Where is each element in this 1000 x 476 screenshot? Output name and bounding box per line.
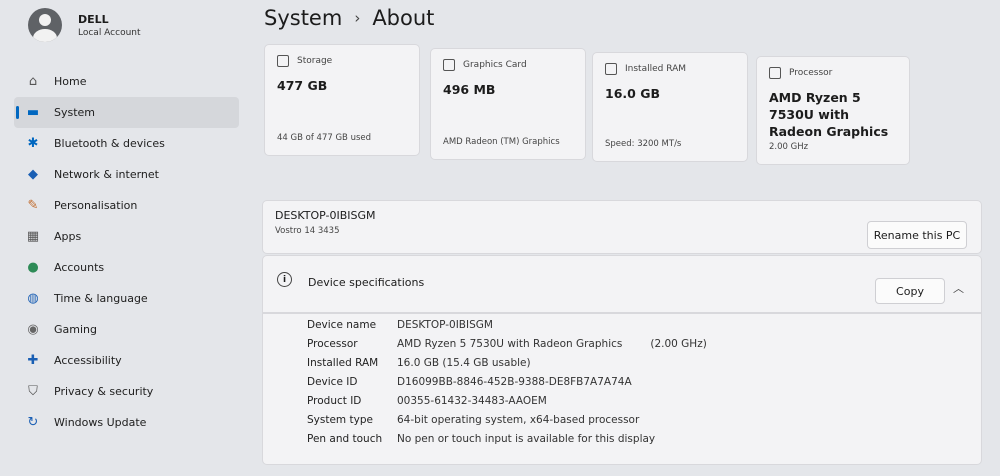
sidebar-item-system[interactable]: ▬ System	[14, 97, 239, 128]
card-value: 16.0 GB	[605, 86, 660, 101]
shield-icon: ⛉	[28, 384, 38, 399]
spec-value: No pen or touch input is available for t…	[397, 433, 656, 445]
ram-icon	[605, 63, 617, 75]
user-name: DELL	[78, 12, 109, 26]
sidebar-item-label: Gaming	[54, 323, 97, 336]
spec-key: Processor	[307, 338, 358, 350]
sidebar-item-gaming[interactable]: ◉ Gaming	[14, 314, 239, 345]
sidebar-item-label: System	[54, 106, 96, 119]
card-value: 477 GB	[277, 78, 328, 93]
card-value: 496 MB	[443, 82, 496, 97]
spec-row: Product ID 00355-61432-34483-AAOEM	[307, 395, 547, 414]
user-profile[interactable]: DELL Local Account	[28, 8, 141, 42]
spec-key: Product ID	[307, 395, 362, 407]
breadcrumb-parent[interactable]: System	[264, 6, 342, 30]
rename-pc-button[interactable]: Rename this PC	[867, 221, 967, 249]
sidebar-item-label: Home	[54, 75, 87, 88]
globe-icon: ◍	[27, 291, 39, 306]
sidebar-item-time-language[interactable]: ◍ Time & language	[14, 283, 239, 314]
accounts-icon: ●	[27, 260, 39, 275]
spec-row: Device ID D16099BB-8846-452B-9388-DE8FB7…	[307, 376, 632, 395]
spec-row: Processor AMD Ryzen 5 7530U with Radeon …	[307, 338, 707, 357]
update-icon: ↻	[27, 415, 39, 430]
spec-value: AMD Ryzen 5 7530U with Radeon Graphics	[397, 338, 623, 350]
sidebar-item-label: Windows Update	[54, 416, 147, 429]
device-specs-body: Device name DESKTOP-0IBISGM Processor AM…	[262, 313, 982, 465]
sidebar-item-label: Apps	[54, 230, 82, 243]
system-icon: ▬	[26, 105, 40, 120]
info-icon: i	[277, 272, 292, 287]
storage-icon	[277, 55, 289, 67]
sidebar-item-privacy[interactable]: ⛉ Privacy & security	[14, 376, 239, 407]
sidebar-item-label: Accessibility	[54, 354, 122, 367]
sidebar-item-label: Personalisation	[54, 199, 138, 212]
spec-key: Device ID	[307, 376, 358, 388]
card-label: Storage	[297, 56, 333, 66]
spec-value: DESKTOP-0IBISGM	[397, 319, 493, 331]
card-label: Graphics Card	[463, 60, 527, 70]
gpu-icon	[443, 59, 455, 71]
copy-button[interactable]: Copy	[875, 278, 945, 304]
card-label: Processor	[789, 68, 833, 78]
spec-key: System type	[307, 414, 373, 426]
sidebar-nav: ⌂ Home ▬ System ✱ Bluetooth & devices ◆ …	[14, 66, 239, 438]
sidebar-item-label: Privacy & security	[54, 385, 154, 398]
accessibility-icon: ✚	[27, 353, 39, 368]
spec-key: Installed RAM	[307, 357, 379, 369]
sidebar-item-label: Time & language	[54, 292, 148, 305]
sidebar-item-windows-update[interactable]: ↻ Windows Update	[14, 407, 239, 438]
spec-value: D16099BB-8846-452B-9388-DE8FB7A7A74A	[397, 376, 632, 388]
brush-icon: ✎	[27, 198, 39, 213]
spec-key: Device name	[307, 319, 377, 331]
gamepad-icon: ◉	[27, 322, 39, 337]
device-specs-header[interactable]: i Device specifications Copy ︿	[262, 255, 982, 313]
spec-row: Pen and touch No pen or touch input is a…	[307, 433, 655, 452]
sidebar-item-home[interactable]: ⌂ Home	[14, 66, 239, 97]
chevron-up-icon[interactable]: ︿	[953, 280, 964, 296]
home-icon: ⌂	[28, 74, 38, 89]
pc-name-panel: DESKTOP-0IBISGM Vostro 14 3435 Rename th…	[262, 200, 982, 254]
sidebar-item-label: Bluetooth & devices	[54, 137, 165, 150]
spec-key: Pen and touch	[307, 433, 383, 445]
spec-row: System type 64-bit operating system, x64…	[307, 414, 639, 433]
processor-card[interactable]: Processor AMD Ryzen 5 7530U with Radeon …	[756, 56, 910, 165]
bluetooth-icon: ✱	[27, 136, 39, 151]
sidebar-item-label: Network & internet	[54, 168, 159, 181]
spec-value: 64-bit operating system, x64-based proce…	[397, 414, 640, 426]
card-footer: AMD Radeon (TM) Graphics	[443, 137, 560, 147]
graphics-card[interactable]: Graphics Card 496 MB AMD Radeon (TM) Gra…	[430, 48, 586, 160]
avatar	[28, 8, 62, 42]
spec-value-extra: (2.00 GHz)	[650, 338, 707, 350]
breadcrumb: System › About	[264, 6, 434, 30]
sidebar-item-accessibility[interactable]: ✚ Accessibility	[14, 345, 239, 376]
installed-ram-card[interactable]: Installed RAM 16.0 GB Speed: 3200 MT/s	[592, 52, 748, 162]
sidebar-item-bluetooth[interactable]: ✱ Bluetooth & devices	[14, 128, 239, 159]
pc-model: Vostro 14 3435	[275, 226, 340, 236]
wifi-icon: ◆	[28, 167, 38, 182]
apps-icon: ▦	[26, 229, 40, 244]
sidebar-item-personalisation[interactable]: ✎ Personalisation	[14, 190, 239, 221]
page-title: About	[372, 6, 435, 30]
spec-value: 16.0 GB (15.4 GB usable)	[397, 357, 531, 369]
spec-row: Installed RAM 16.0 GB (15.4 GB usable)	[307, 357, 531, 376]
pc-name: DESKTOP-0IBISGM	[275, 209, 376, 222]
sidebar-item-label: Accounts	[54, 261, 105, 274]
card-footer: 44 GB of 477 GB used	[277, 133, 372, 143]
card-label: Installed RAM	[625, 64, 687, 74]
specs-title: Device specifications	[308, 276, 425, 289]
sidebar: DELL Local Account ⌂ Home ▬ System ✱ Blu…	[0, 0, 245, 476]
spec-row: Device name DESKTOP-0IBISGM	[307, 319, 493, 338]
storage-card[interactable]: Storage 477 GB 44 GB of 477 GB used	[264, 44, 420, 156]
spec-value: 00355-61432-34483-AAOEM	[397, 395, 547, 407]
account-type: Local Account	[78, 27, 141, 38]
sidebar-item-accounts[interactable]: ● Accounts	[14, 252, 239, 283]
chevron-right-icon: ›	[354, 9, 361, 27]
card-footer: 2.00 GHz	[769, 142, 809, 152]
card-footer: Speed: 3200 MT/s	[605, 139, 682, 149]
sidebar-item-apps[interactable]: ▦ Apps	[14, 221, 239, 252]
cpu-icon	[769, 67, 781, 79]
main-content: System › About Storage 477 GB 44 GB of 4…	[262, 0, 1000, 476]
sidebar-item-network[interactable]: ◆ Network & internet	[14, 159, 239, 190]
card-value: AMD Ryzen 5 7530U with Radeon Graphics	[769, 90, 889, 139]
